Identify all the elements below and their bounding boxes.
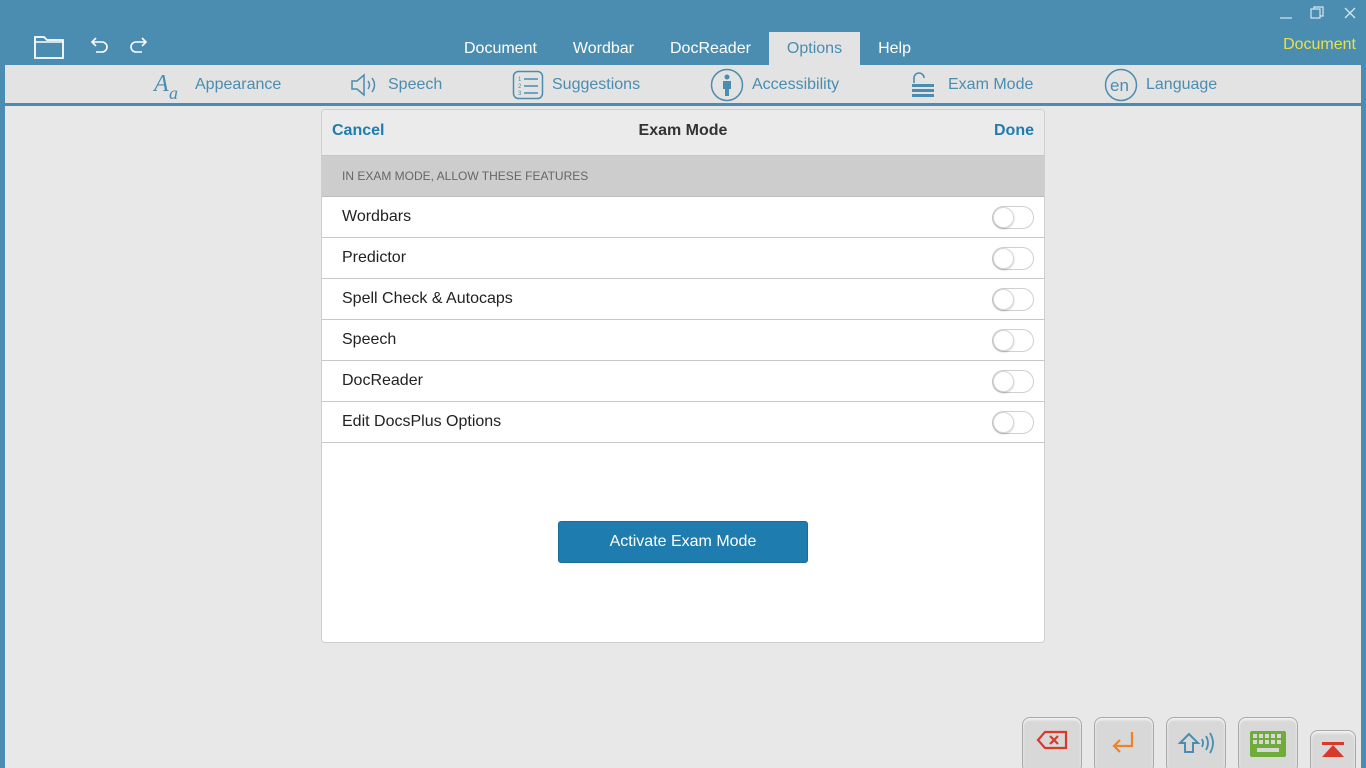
keyboard-key[interactable]	[1238, 717, 1298, 768]
enter-icon	[1112, 732, 1134, 753]
keyboard-icon	[1250, 731, 1286, 757]
menu-help[interactable]: Help	[860, 32, 929, 65]
options-toolbar: Aa Appearance Speech 123 Suggestions Acc…	[5, 65, 1361, 105]
minimize-icon[interactable]	[1279, 6, 1293, 23]
option-row-predictor[interactable]: Predictor	[322, 238, 1044, 279]
toolbar-speech-label: Speech	[388, 76, 443, 93]
activate-exam-mode-button[interactable]: Activate Exam Mode	[558, 521, 808, 563]
toggle-knob	[993, 248, 1014, 269]
menu-options[interactable]: Options	[768, 32, 861, 65]
toolbar-language[interactable]: en Language	[1104, 65, 1217, 105]
svg-text:3: 3	[518, 91, 522, 97]
speech-toggle[interactable]	[992, 329, 1034, 352]
language-en-icon: en	[1104, 68, 1138, 102]
edit-options-toggle[interactable]	[992, 411, 1034, 434]
toolbar-exam-mode-label: Exam Mode	[948, 76, 1034, 93]
redo-icon[interactable]	[128, 36, 150, 61]
option-label: Speech	[342, 331, 397, 348]
dialog-header: Exam Mode Cancel Done	[322, 110, 1044, 156]
folder-icon[interactable]	[33, 32, 65, 65]
toggle-knob	[993, 289, 1014, 310]
toolbar-language-label: Language	[1146, 76, 1218, 93]
predictor-toggle[interactable]	[992, 247, 1034, 270]
dialog-title: Exam Mode	[638, 122, 728, 139]
document-label: Document	[1283, 36, 1356, 53]
speak-icon	[1177, 732, 1214, 754]
backspace-icon	[1036, 730, 1068, 750]
speaker-icon	[351, 73, 376, 97]
toggle-knob	[993, 412, 1014, 433]
svg-text:en: en	[1110, 76, 1129, 95]
section-header: IN EXAM MODE, ALLOW THESE FEATURES	[322, 156, 1044, 197]
toolbar-appearance[interactable]: Aa Appearance	[153, 65, 281, 105]
restore-icon[interactable]	[1310, 6, 1324, 23]
title-bar: Document Wordbar DocReader Options Help …	[0, 0, 1366, 65]
option-row-docreader[interactable]: DocReader	[322, 361, 1044, 402]
speak-key[interactable]	[1166, 717, 1226, 768]
option-row-edit-options[interactable]: Edit DocsPlus Options	[322, 402, 1044, 443]
menu-docreader[interactable]: DocReader	[652, 32, 769, 65]
svg-text:2: 2	[518, 84, 522, 90]
main-menu: Document Wordbar DocReader Options Help	[446, 32, 929, 65]
toggle-knob	[993, 207, 1014, 228]
docreader-toggle[interactable]	[992, 370, 1034, 393]
option-row-wordbars[interactable]: Wordbars	[322, 197, 1044, 238]
toolbar-accessibility[interactable]: Accessibility	[710, 65, 839, 105]
option-label: DocReader	[342, 372, 423, 389]
toolbar-appearance-label: Appearance	[195, 76, 282, 93]
wordbars-toggle[interactable]	[992, 206, 1034, 229]
collapse-icon	[1322, 742, 1344, 757]
exam-mode-dialog: Exam Mode Cancel Done IN EXAM MODE, ALLO…	[321, 109, 1045, 643]
option-row-speech[interactable]: Speech	[322, 320, 1044, 361]
backspace-key[interactable]	[1022, 717, 1082, 768]
font-appearance-icon: Aa	[153, 71, 178, 101]
undo-icon[interactable]	[88, 36, 110, 61]
toggle-knob	[993, 371, 1014, 392]
toolbar-exam-mode[interactable]: Exam Mode	[910, 65, 1033, 105]
svg-text:a: a	[169, 83, 178, 101]
person-icon	[710, 68, 744, 102]
done-button[interactable]: Done	[994, 122, 1034, 140]
cancel-button[interactable]: Cancel	[332, 122, 384, 140]
spell-check-toggle[interactable]	[992, 288, 1034, 311]
toolbar-suggestions[interactable]: 123 Suggestions	[512, 65, 640, 105]
enter-key[interactable]	[1094, 717, 1154, 768]
option-label: Wordbars	[342, 208, 412, 225]
toggle-knob	[993, 330, 1014, 351]
close-icon[interactable]	[1343, 6, 1357, 23]
toolbar-suggestions-label: Suggestions	[552, 76, 641, 93]
option-label: Edit DocsPlus Options	[342, 413, 502, 430]
unlock-icon	[912, 72, 934, 97]
numbered-list-icon: 123	[512, 70, 544, 100]
menu-wordbar[interactable]: Wordbar	[555, 32, 652, 65]
toolbar-accessibility-label: Accessibility	[752, 76, 840, 93]
svg-text:1: 1	[518, 77, 522, 83]
option-label: Spell Check & Autocaps	[342, 290, 513, 307]
option-row-spell-check[interactable]: Spell Check & Autocaps	[322, 279, 1044, 320]
svg-text:A: A	[153, 71, 169, 97]
feature-list: Wordbars Predictor Spell Check & Autocap…	[322, 197, 1044, 443]
option-label: Predictor	[342, 249, 407, 266]
collapse-key[interactable]	[1310, 730, 1356, 768]
toolbar-speech[interactable]: Speech	[350, 65, 442, 105]
menu-document[interactable]: Document	[446, 32, 555, 65]
